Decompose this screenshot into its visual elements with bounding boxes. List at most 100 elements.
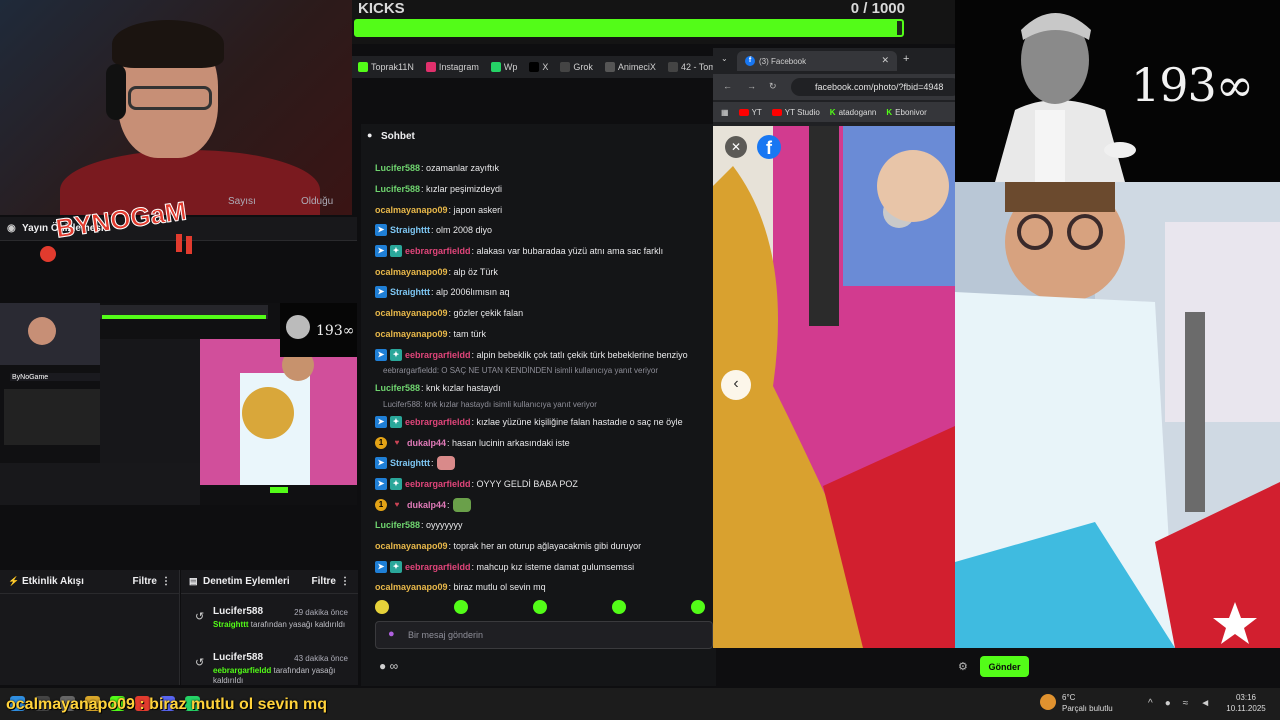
chat-username[interactable]: eebrargarfieldd	[405, 561, 471, 573]
more-options-icon[interactable]: ⋮	[161, 576, 171, 587]
bookmarks-bar: Toprak11N Instagram Wp X Grok AnimeciX 42 - To…	[352, 56, 731, 78]
chat-username[interactable]: dukalp44	[407, 499, 446, 511]
chat-message[interactable]: Lucifer588: ozamanlar zayıftık	[361, 158, 716, 179]
wifi-icon[interactable]: ≈	[1183, 698, 1189, 709]
gift-badge-icon: ♥	[394, 499, 400, 509]
chat-message[interactable]: Lucifer588: kızlar peşimizdeydi	[361, 179, 716, 200]
moderation-entry[interactable]: ↺ Lucifer588 43 dakika önce eebrargarfie…	[189, 652, 354, 684]
chat-message[interactable]: Lucifer588: knk kızlar hastaydı	[361, 378, 716, 399]
chat-footer-tools[interactable]: ● ∞	[379, 659, 398, 673]
chat-username[interactable]: ocalmayanapo09	[375, 204, 448, 216]
moderation-entry[interactable]: ↺ Lucifer588 29 dakika önce Straighttt t…	[189, 606, 354, 646]
bookmark-item[interactable]: Grok	[560, 62, 593, 72]
chat-text: : olm 2008 diyo	[431, 225, 493, 236]
tab-title: (3) Facebook	[759, 56, 807, 66]
forward-icon[interactable]: →	[747, 81, 756, 91]
chevron-down-icon[interactable]: ⌄	[721, 54, 728, 63]
chat-message[interactable]: ocalmayanapo09: alp öz Türk	[361, 261, 716, 282]
chat-message[interactable]: ➤ ✦ eebrargarfieldd: alpin bebeklik çok ta…	[361, 344, 716, 365]
emote-icon[interactable]	[612, 600, 626, 614]
emote-icon[interactable]	[533, 600, 547, 614]
bookmark-yt[interactable]: YT	[738, 108, 762, 117]
bookmark-item[interactable]: AnimeciX	[604, 62, 656, 72]
chat-username[interactable]: dukalp44	[407, 437, 446, 449]
bookmark-label: Instagram	[438, 62, 479, 72]
microphone-icon[interactable]: ●	[388, 628, 395, 640]
stream-preview-thumbnail[interactable]: ByNoGame 193∞	[0, 303, 357, 505]
chat-message[interactable]: ocalmayanapo09: biraz mutlu ol sevin mq	[361, 577, 716, 598]
address-bar[interactable]: facebook.com/photo/?fbid=4948	[791, 78, 955, 96]
chat-username[interactable]: eebrargarfieldd	[405, 245, 471, 257]
x-icon	[529, 62, 540, 72]
bookmark-yt-studio[interactable]: YT Studio	[771, 108, 820, 117]
chat-message[interactable]: ocalmayanapo09: gözler çekik falan	[361, 303, 716, 324]
chat-message-input[interactable]: ● Bir mesaj gönderin	[375, 621, 713, 649]
chat-message[interactable]: Lucifer588: oyyyyyyy	[361, 515, 716, 536]
chat-message[interactable]: ➤ ✦ eebrargarfieldd: OYYY GELDİ BABA POZ	[361, 474, 716, 495]
activity-filter-button[interactable]: Filtre	[133, 576, 157, 587]
chevron-up-icon[interactable]: ^	[1148, 698, 1153, 709]
chat-message[interactable]: ocalmayanapo09: toprak her an oturup ağl…	[361, 536, 716, 557]
chat-username[interactable]: ocalmayanapo09	[375, 328, 448, 340]
document-icon: ▤	[189, 576, 198, 586]
chat-text: : ozamanlar zayıftık	[421, 163, 500, 174]
facebook-logo[interactable]: f	[757, 135, 781, 159]
chat-username[interactable]: Straighttt	[390, 286, 430, 298]
chat-username[interactable]: Lucifer588	[375, 183, 420, 195]
reload-icon[interactable]: ↻	[769, 81, 777, 92]
apps-icon[interactable]: ▦	[721, 108, 729, 117]
chat-username[interactable]: ocalmayanapo09	[375, 540, 448, 552]
emote-icon[interactable]	[454, 600, 468, 614]
bookmark-item[interactable]: Wp	[490, 62, 517, 72]
browser-tab-facebook[interactable]: f (3) Facebook ✕	[737, 51, 897, 71]
more-options-icon[interactable]: ⋮	[340, 576, 350, 587]
chat-message[interactable]: ➤ ✦ eebrargarfieldd: alakası var bubaradaa…	[361, 241, 716, 262]
chat-username[interactable]: ocalmayanapo09	[375, 307, 448, 319]
bookmark-item[interactable]: X	[529, 62, 548, 72]
taskbar-clock[interactable]: 03:16 10.11.2025	[1220, 692, 1272, 714]
bookmark-atadogann[interactable]: Katadogann	[830, 108, 877, 117]
chat-username[interactable]: eebrargarfieldd	[405, 349, 471, 361]
badges-icon[interactable]: ●	[379, 659, 386, 673]
chat-username[interactable]: Lucifer588	[375, 162, 420, 174]
bookmark-label: Toprak11N	[371, 62, 414, 72]
chat-username[interactable]: ocalmayanapo09	[375, 581, 448, 593]
chat-username[interactable]: ocalmayanapo09	[375, 266, 448, 278]
chat-username[interactable]: Lucifer588	[375, 519, 420, 531]
chat-username[interactable]: Lucifer588	[375, 382, 420, 394]
verified-badge-icon: ➤	[375, 457, 387, 470]
stream-preview-icon: ◉	[7, 223, 16, 234]
chat-message[interactable]: ocalmayanapo09: japon askeri	[361, 199, 716, 220]
chat-username[interactable]: Straighttt	[390, 224, 430, 236]
new-tab-icon[interactable]: +	[903, 53, 909, 65]
bookmark-item[interactable]: Toprak11N	[358, 62, 414, 72]
chat-message[interactable]: ocalmayanapo09: tam türk	[361, 324, 716, 345]
bookmark-item[interactable]: Instagram	[425, 62, 479, 72]
previous-photo-button[interactable]: ‹	[721, 370, 751, 400]
chat-message[interactable]: ➤ Straighttt: olm 2008 diyo	[361, 220, 716, 241]
chat-message[interactable]: 1 ♥ dukalp44: hasan lucinin arkasındaki is…	[361, 432, 716, 453]
chat-message[interactable]: 1 ♥ dukalp44:	[361, 494, 716, 515]
back-icon[interactable]: ←	[723, 81, 732, 91]
chat-message[interactable]: ➤ ✦ eebrargarfieldd: mahcup kız isteme dam…	[361, 556, 716, 577]
chat-username[interactable]: eebrargarfieldd	[405, 478, 471, 490]
moderation-user: Lucifer588	[213, 606, 264, 617]
close-icon[interactable]: ✕	[881, 55, 889, 66]
chat-username[interactable]: eebrargarfieldd	[405, 416, 471, 428]
chat-text: : alakası var bubaradaa yüzü atnı ama sa…	[471, 246, 664, 257]
moderation-filter-button[interactable]: Filtre	[312, 576, 336, 587]
send-button[interactable]: Gönder	[980, 656, 1029, 677]
photo-close-button[interactable]: ✕	[725, 136, 747, 158]
emote-icon[interactable]	[375, 600, 389, 614]
gear-icon[interactable]: ⚙	[958, 660, 968, 673]
chat-message[interactable]: ➤ Straighttt:	[361, 453, 716, 474]
chat-message[interactable]: ➤ Straighttt: alp 2006lımısın aq	[361, 282, 716, 303]
emote-icon[interactable]	[691, 600, 705, 614]
kicks-progress-fill	[356, 21, 897, 35]
volume-icon[interactable]: ◄	[1200, 698, 1210, 709]
bookmark-ebonivor[interactable]: K Ebonivor	[886, 108, 926, 117]
chat-username[interactable]: Straighttt	[390, 457, 430, 469]
chat-message[interactable]: ➤ ✦ eebrargarfieldd: kızlae yüzüne kişiliğ…	[361, 412, 716, 433]
microphone-icon[interactable]: ●	[1165, 698, 1171, 709]
chat-panel: ● Sohbet Lucifer588: ozamanlar zayıftık L…	[361, 124, 716, 686]
